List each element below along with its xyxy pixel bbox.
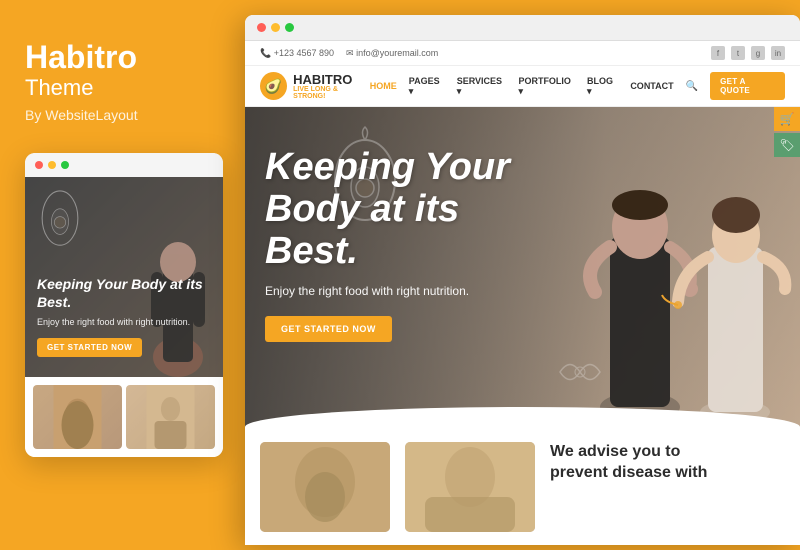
linkedin-icon[interactable]: in (771, 46, 785, 60)
bottom-thumbnail-2 (405, 442, 535, 532)
get-quote-button[interactable]: GET A QUOTE (710, 72, 785, 100)
browser-dot-yellow (271, 23, 280, 32)
hero-title: Keeping Your Body at its Best. (265, 147, 545, 272)
bottom-thumbnail-1 (260, 442, 390, 532)
tag-icon[interactable]: 🏷 (774, 133, 800, 157)
site-hero: 🛒 🏷 Keeping Your Body at its Best. Enjoy… (245, 107, 800, 427)
site-topbar: 📞 +123 4567 890 ✉ info@youremail.com f t… (245, 41, 800, 66)
cart-icons: 🛒 🏷 (774, 107, 800, 157)
browser-mockup: 📞 +123 4567 890 ✉ info@youremail.com f t… (245, 15, 800, 545)
browser-dot-red (257, 23, 266, 32)
facebook-icon[interactable]: f (711, 46, 725, 60)
bottom-heading: We advise you to prevent disease with (550, 442, 785, 484)
bottom-thumb-2-image (405, 442, 535, 532)
mobile-bottom-thumbnails (25, 377, 223, 457)
mobile-thumb-1-image (33, 385, 122, 449)
mobile-hero-title: Keeping Your Body at its Best. (37, 275, 211, 311)
topbar-email: ✉ info@youremail.com (346, 48, 438, 59)
brand-subtitle: Theme (25, 75, 93, 101)
hero-cta-button[interactable]: GET STARTED NOW (265, 316, 392, 342)
brand-title: Habitro (25, 40, 137, 75)
googleplus-icon[interactable]: g (751, 46, 765, 60)
mobile-preview: Keeping Your Body at its Best. Enjoy the… (25, 153, 223, 457)
nav-home[interactable]: HOME (370, 81, 397, 91)
mobile-hero-subtitle: Enjoy the right food with right nutritio… (37, 317, 211, 327)
site-nav: 🥑 HABITRO LIVE LONG & STRONG! HOME PAGES… (245, 66, 800, 107)
browser-bar (245, 15, 800, 41)
topbar-phone: 📞 +123 4567 890 (260, 48, 334, 59)
twitter-icon[interactable]: t (731, 46, 745, 60)
browser-dot-green (285, 23, 294, 32)
logo-name: HABITRO (293, 73, 370, 86)
mobile-thumb-2-image (126, 385, 215, 449)
hero-chalk-decoration (545, 337, 615, 407)
cart-icon[interactable]: 🛒 (774, 107, 800, 131)
nav-services[interactable]: SERVICES ▾ (457, 76, 507, 97)
topbar-right: f t g in (711, 46, 785, 60)
topbar-left: 📞 +123 4567 890 ✉ info@youremail.com (260, 48, 438, 59)
mobile-thumb-1 (33, 385, 122, 449)
logo-tagline: LIVE LONG & STRONG! (293, 86, 370, 100)
brand-by: By WebsiteLayout (25, 107, 138, 123)
logo-icon: 🥑 (260, 72, 287, 100)
mobile-cta-button[interactable]: GET STARTED NOW (37, 338, 142, 357)
mobile-avocado-sketch (35, 182, 85, 247)
hero-subtitle: Enjoy the right food with right nutritio… (265, 284, 545, 298)
search-icon[interactable]: 🔍 (686, 81, 698, 92)
hero-content: Keeping Your Body at its Best. Enjoy the… (265, 147, 545, 342)
bottom-text: We advise you to prevent disease with (550, 442, 785, 488)
mobile-dot-green (61, 161, 69, 169)
nav-contact[interactable]: CONTACT (630, 81, 673, 91)
nav-links: HOME PAGES ▾ SERVICES ▾ PORTFOLIO ▾ BLOG… (370, 72, 785, 100)
nav-pages[interactable]: PAGES ▾ (409, 76, 445, 97)
mobile-dot-red (35, 161, 43, 169)
nav-blog[interactable]: BLOG ▾ (587, 76, 618, 97)
mobile-hero-content: Keeping Your Body at its Best. Enjoy the… (37, 275, 211, 357)
mobile-thumb-2 (126, 385, 215, 449)
logo-area: 🥑 HABITRO LIVE LONG & STRONG! (260, 72, 370, 100)
mobile-hero-section: Keeping Your Body at its Best. Enjoy the… (25, 177, 223, 377)
site-bottom: We advise you to prevent disease with (245, 427, 800, 545)
nav-portfolio[interactable]: PORTFOLIO ▾ (518, 76, 575, 97)
logo-text: HABITRO LIVE LONG & STRONG! (293, 73, 370, 100)
mobile-dot-yellow (48, 161, 56, 169)
left-panel: Habitro Theme By WebsiteLayout (0, 0, 240, 550)
bottom-thumb-1-image (260, 442, 390, 532)
mobile-browser-bar (25, 153, 223, 177)
